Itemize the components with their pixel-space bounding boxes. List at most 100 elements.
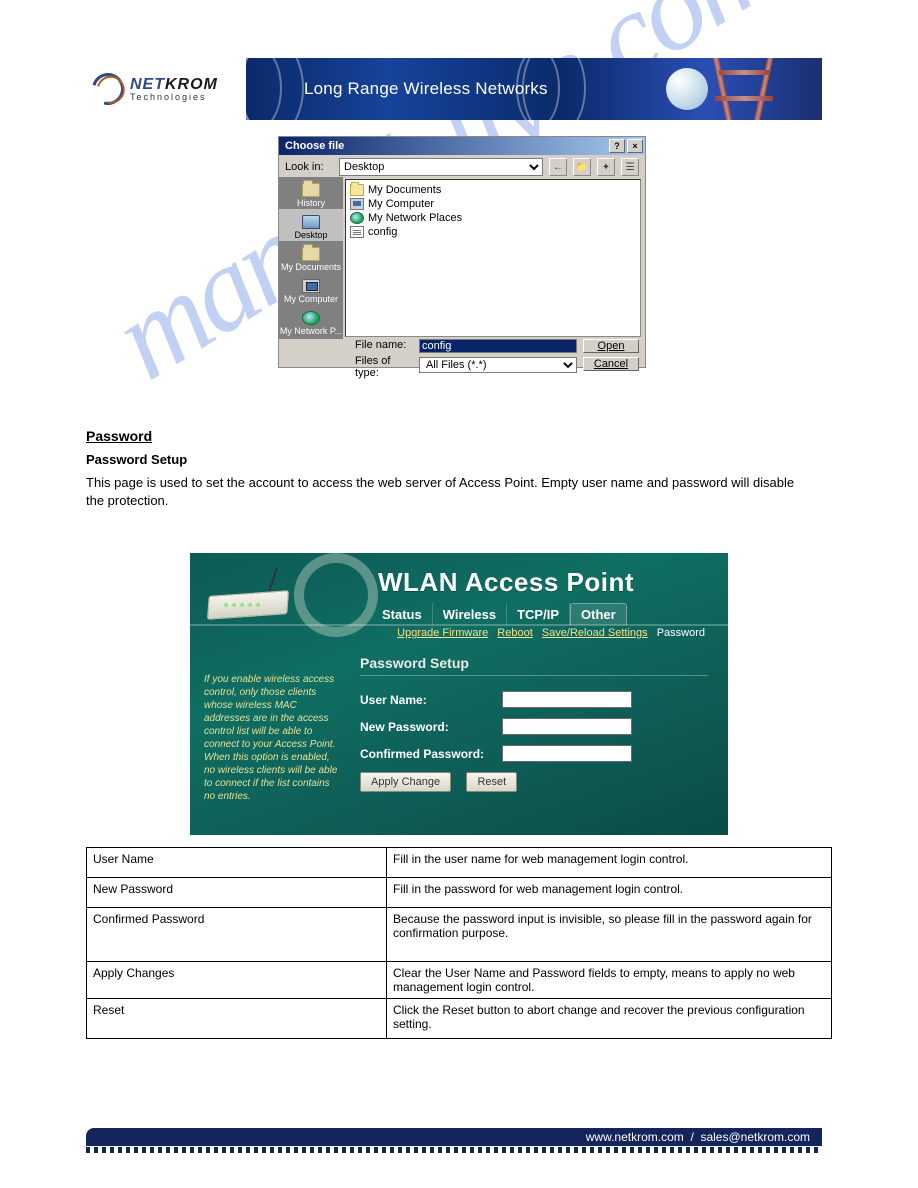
banner-headline: Long Range Wireless Networks (304, 79, 548, 99)
cell-key: Apply Changes (87, 962, 387, 999)
file-list[interactable]: My Documents My Computer My Network Plac… (345, 179, 641, 337)
footer-sep: / (690, 1130, 693, 1144)
folder-icon (350, 184, 364, 196)
wlan-title: WLAN Access Point (378, 567, 634, 598)
logo-text: NETKROM Technologies (130, 77, 218, 102)
cell-val: Click the Reset button to abort change a… (387, 999, 832, 1039)
place-my-documents[interactable]: My Documents (279, 241, 343, 273)
lookin-select[interactable]: Desktop (339, 158, 543, 176)
username-input[interactable] (502, 691, 632, 708)
logo-swirl-icon (86, 67, 130, 111)
open-button[interactable]: Open (583, 339, 639, 353)
ini-file-icon (350, 226, 364, 238)
sidebar-label: My Network P... (280, 326, 342, 336)
globe-icon (302, 311, 320, 325)
footer-email[interactable]: sales@netkrom.com (700, 1130, 810, 1144)
filetype-select[interactable]: All Files (*.*) (419, 357, 577, 373)
tab-other[interactable]: Other (570, 603, 627, 625)
cell-key: Confirmed Password (87, 908, 387, 962)
section-description: This page is used to set the account to … (86, 474, 798, 509)
reset-button[interactable]: Reset (466, 772, 517, 792)
newpassword-label: New Password: (360, 720, 502, 734)
page-footer: www.netkrom.com / sales@netkrom.com (86, 1128, 822, 1154)
subnav-password[interactable]: Password (657, 627, 705, 639)
computer-icon (350, 198, 364, 210)
logo-text-a: NET (130, 76, 165, 93)
sidebar-label: Desktop (294, 230, 327, 240)
places-sidebar: History Desktop My Documents My Computer… (279, 177, 343, 339)
subnav-save-reload[interactable]: Save/Reload Settings (542, 627, 648, 639)
file-item-config[interactable]: config (350, 225, 636, 239)
computer-icon (302, 279, 320, 293)
documents-folder-icon (302, 247, 320, 261)
logo-text-b: KROM (165, 76, 218, 93)
netkrom-logo: NETKROM Technologies (86, 58, 246, 120)
section-heading-password: Password (86, 428, 152, 444)
banner-right: Long Range Wireless Networks (246, 58, 822, 120)
radio-tower-icon (714, 58, 810, 120)
lookin-label: Look in: (285, 161, 333, 173)
back-icon[interactable]: ← (549, 158, 567, 176)
file-item-label: My Network Places (368, 212, 462, 224)
new-folder-icon[interactable]: ✦ (597, 158, 615, 176)
tab-tcpip[interactable]: TCP/IP (507, 603, 570, 625)
place-desktop[interactable]: Desktop (279, 209, 343, 241)
filename-label: File name: (355, 339, 413, 351)
history-folder-icon (302, 183, 320, 197)
footer-dots-decoration (86, 1147, 822, 1153)
wlan-tabs: Status Wireless TCP/IP Other (372, 603, 627, 625)
view-menu-icon[interactable]: ☰ (621, 158, 639, 176)
place-history[interactable]: History (279, 177, 343, 209)
file-item-my-documents[interactable]: My Documents (350, 183, 636, 197)
cell-val: Because the password input is invisible,… (387, 908, 832, 962)
section-subheading: Password Setup (86, 452, 187, 467)
filename-input[interactable] (419, 339, 577, 353)
tab-status[interactable]: Status (372, 603, 433, 625)
subnav-upgrade-firmware[interactable]: Upgrade Firmware (397, 627, 488, 639)
tab-wireless[interactable]: Wireless (433, 603, 507, 625)
cell-key: Reset (87, 999, 387, 1039)
panel-title: Password Setup (360, 655, 708, 676)
wlan-subnav: Upgrade Firmware Reboot Save/Reload Sett… (394, 627, 708, 639)
router-icon (202, 563, 298, 623)
cell-val: Fill in the user name for web management… (387, 848, 832, 878)
file-item-label: config (368, 226, 397, 238)
close-button[interactable]: × (627, 139, 643, 153)
place-network[interactable]: My Network P... (279, 305, 343, 337)
sidebar-label: My Computer (284, 294, 338, 304)
up-folder-icon[interactable]: 📁 (573, 158, 591, 176)
sidebar-label: My Documents (281, 262, 341, 272)
file-item-my-computer[interactable]: My Computer (350, 197, 636, 211)
globe-icon (350, 212, 364, 224)
newpassword-input[interactable] (502, 718, 632, 735)
cell-key: User Name (87, 848, 387, 878)
dish-antenna-icon (662, 64, 710, 112)
dialog-titlebar: Choose file ? × (279, 137, 645, 155)
parameter-table: User NameFill in the user name for web m… (86, 847, 832, 1039)
sidebar-label: History (297, 198, 325, 208)
file-item-network-places[interactable]: My Network Places (350, 211, 636, 225)
header-banner: NETKROM Technologies Long Range Wireless… (86, 58, 822, 120)
dialog-toolbar: Look in: Desktop ← 📁 ✦ ☰ (279, 155, 645, 177)
apply-change-button[interactable]: Apply Change (360, 772, 451, 792)
file-item-label: My Computer (368, 198, 434, 210)
cancel-button[interactable]: Cancel (583, 357, 639, 371)
confirmpassword-label: Confirmed Password: (360, 747, 502, 761)
confirmpassword-input[interactable] (502, 745, 632, 762)
choose-file-dialog: Choose file ? × Look in: Desktop ← 📁 ✦ ☰… (278, 136, 646, 368)
cell-val: Fill in the password for web management … (387, 878, 832, 908)
help-text: If you enable wireless access control, o… (204, 673, 342, 803)
desktop-icon (302, 215, 320, 229)
footer-url[interactable]: www.netkrom.com (586, 1130, 684, 1144)
dialog-bottom: File name: Files of type: All Files (*.*… (279, 339, 645, 367)
logo-subtext: Technologies (130, 93, 218, 102)
username-label: User Name: (360, 693, 502, 707)
place-my-computer[interactable]: My Computer (279, 273, 343, 305)
filetype-label: Files of type: (355, 355, 413, 379)
subnav-reboot[interactable]: Reboot (497, 627, 532, 639)
file-item-label: My Documents (368, 184, 441, 196)
wlan-admin-screenshot: WLAN Access Point Status Wireless TCP/IP… (190, 553, 728, 835)
cell-val: Clear the User Name and Password fields … (387, 962, 832, 999)
dialog-title: Choose file (281, 140, 607, 152)
help-button[interactable]: ? (609, 139, 625, 153)
